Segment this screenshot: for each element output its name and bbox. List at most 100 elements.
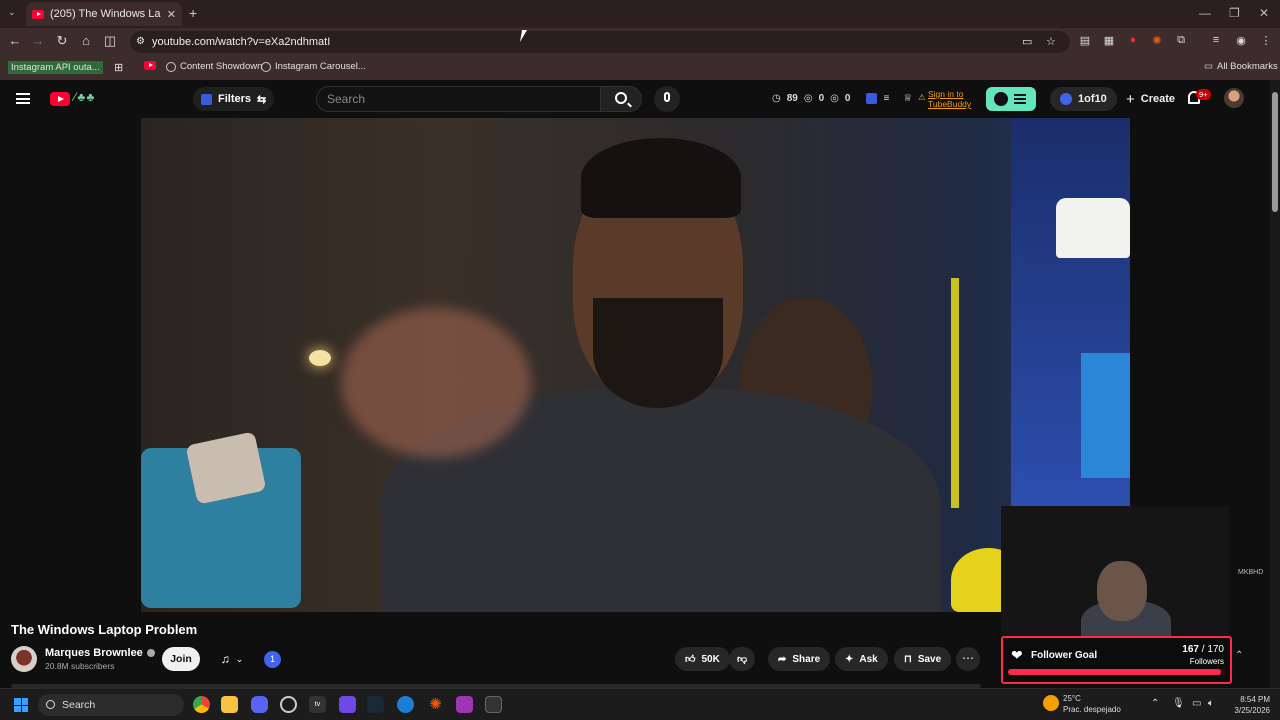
network-icon[interactable]: ▭ [1192,698,1201,709]
menu-icon[interactable] [16,93,30,104]
instagram-carousel-label: Instagram Carousel... [275,61,366,72]
bookmark-content-showdown[interactable]: Content Showdown [166,61,262,72]
all-bookmarks-button[interactable]: ▭ All Bookmarks [1204,61,1278,72]
extension-icon-3[interactable]: ● [1125,34,1141,46]
follower-progress-fill [1008,669,1222,675]
windows-start-icon[interactable] [14,698,28,712]
url-text: youtube.com/watch?v=eXa2ndhmatI [152,36,331,48]
list-icon[interactable]: ≡ [883,93,889,104]
tab-search-dropdown-icon[interactable]: ⌄ [8,7,16,18]
chevron-down-icon: ⌄ [235,653,244,664]
app-icon-10[interactable] [456,696,473,713]
browser-menu-icon[interactable]: ⋮ [1258,34,1274,47]
file-explorer-icon[interactable] [221,696,238,713]
steam-icon[interactable] [367,696,384,713]
search-button[interactable] [600,86,642,112]
subscriber-count: 20.8M subscribers [45,661,115,671]
app-icon-8[interactable] [397,696,414,713]
volume-icon[interactable]: 🔈︎ [1208,698,1214,709]
extension-icon-1[interactable]: ▤ [1077,34,1093,47]
video-presenter-hair [581,138,741,218]
video-player[interactable] [141,118,1130,612]
join-button[interactable]: Join [162,647,200,671]
chevron-up-icon[interactable]: ⌃ [1235,650,1243,661]
address-bar[interactable]: ⚙ youtube.com/watch?v=eXa2ndhmatI ▭ ☆ [130,31,1070,53]
tray-overflow-icon[interactable]: ⌃ [1151,698,1159,709]
site-info-icon[interactable]: ⚙ [136,31,145,53]
claude-app-icon[interactable]: ✺ [427,696,444,713]
microphone-tray-icon[interactable]: 🎙︎ [1172,698,1185,709]
trophy-icon[interactable]: ♕ [903,93,912,104]
new-tab-button[interactable]: + [189,5,197,21]
bookmark-instagram-api[interactable]: Instagram API outa... [8,61,103,74]
apps-grid-icon[interactable]: ⊞ [114,61,123,74]
extension-blue-icon[interactable] [866,93,878,104]
youtube-doodle-icon[interactable]: ⁄ ♣ ♣ [74,90,94,104]
ask-button[interactable]: ✦ Ask [835,647,888,671]
extensions-puzzle-icon[interactable]: ⧉ [1173,34,1189,47]
channel-avatar[interactable] [11,646,37,672]
forward-icon[interactable]: → [29,33,47,48]
channel-name[interactable]: Marques Brownlee [45,647,155,659]
bookmark-star-icon[interactable]: ☆ [1046,31,1056,53]
chrome-app-icon[interactable] [193,696,210,713]
account-avatar[interactable] [1224,88,1244,108]
dislike-button[interactable]: 👎︎ [729,647,756,671]
maximize-button[interactable]: ❐ [1229,6,1240,20]
tab-close-icon[interactable]: ✕ [167,8,176,21]
notification-count-badge: 9+ [1196,89,1211,100]
reload-icon[interactable]: ↻ [53,33,71,49]
app-icon-4[interactable] [280,696,297,713]
one-of-ten-badge[interactable]: 1 [264,651,281,668]
system-clock[interactable]: 8:54 PM 3/25/2026 [1226,694,1270,716]
extension-stats[interactable]: ◷ 89 ◎ 0 ◎ 0 ≡ ♕ [772,93,912,104]
tubebuddy-menu-button[interactable] [986,87,1036,111]
channel-name-text: Marques Brownlee [45,647,143,659]
bell-icon: ♫ [220,652,230,666]
tubebuddy-menu-icon [1014,94,1026,104]
profile-avatar-icon[interactable]: ◉ [1233,34,1249,47]
minimize-button[interactable]: — [1199,6,1211,20]
browser-tab-strip: ⌄ (205) The Windows Laptop Prob ✕ + — ❐ … [0,0,1280,28]
media-controls-icon[interactable]: ≡ [1208,34,1224,46]
filters-button[interactable]: Filters ⇆ [193,87,275,111]
youtube-logo[interactable] [50,92,70,106]
one-of-ten-button[interactable]: 1of10 [1050,87,1117,111]
extension-icon-2[interactable]: ▦ [1101,34,1117,47]
follower-progress-bar [1008,669,1225,675]
scrollbar-thumb[interactable] [1272,92,1278,212]
share-button[interactable]: ➦ Share [768,647,831,671]
video-scene-light [309,350,331,366]
subscription-bell-button[interactable]: ♫ ⌄ [210,647,254,671]
bookmark-instagram-carousel[interactable]: Instagram Carousel... [261,61,366,72]
apple-tv-icon[interactable]: tv [309,696,326,713]
cast-icon[interactable]: ▭ [1022,31,1032,53]
clock-time: 8:54 PM [1240,695,1270,704]
weather-widget[interactable]: 25°C Prac. despejado [1063,693,1121,715]
save-button[interactable]: ⊓ Save [894,647,952,671]
bookmark-youtube[interactable] [144,61,156,70]
back-icon[interactable]: ← [6,33,24,48]
video-scene-coat-rack [951,278,959,508]
tubebuddy-sign-in-link[interactable]: ⚠ Sign in to TubeBuddy [918,89,971,109]
youtube-header: ⁄ ♣ ♣ Filters ⇆ Search ◷ 89 ◎ 0 ◎ 0 ≡ ♕ … [0,80,1280,118]
more-actions-button[interactable]: ⋯ [956,647,980,671]
search-input[interactable]: Search [316,86,600,112]
voice-search-button[interactable] [654,86,680,112]
taskbar-search[interactable]: Search [38,694,184,716]
app-grid-icon[interactable] [339,696,356,713]
browser-tab-youtube[interactable]: (205) The Windows Laptop Prob ✕ [26,2,182,26]
extension-icon-4[interactable]: ✺ [1149,34,1165,47]
tubebuddy-logo-icon [994,92,1008,106]
terminal-icon[interactable] [485,696,502,713]
like-button[interactable]: 👍︎ 50K [675,647,730,671]
discord-icon[interactable] [251,696,268,713]
close-window-button[interactable]: ✕ [1259,6,1269,20]
browser-toolbar: ← → ↻ ⌂ ◫ ⚙ youtube.com/watch?v=eXa2ndhm… [0,28,1280,56]
share-icon: ➦ [778,653,787,665]
create-button[interactable]: + Create [1118,87,1183,111]
home-icon[interactable]: ⌂ [77,33,95,48]
split-view-icon[interactable]: ◫ [101,33,119,49]
search-icon [615,92,627,104]
weather-icon[interactable] [1043,695,1059,711]
